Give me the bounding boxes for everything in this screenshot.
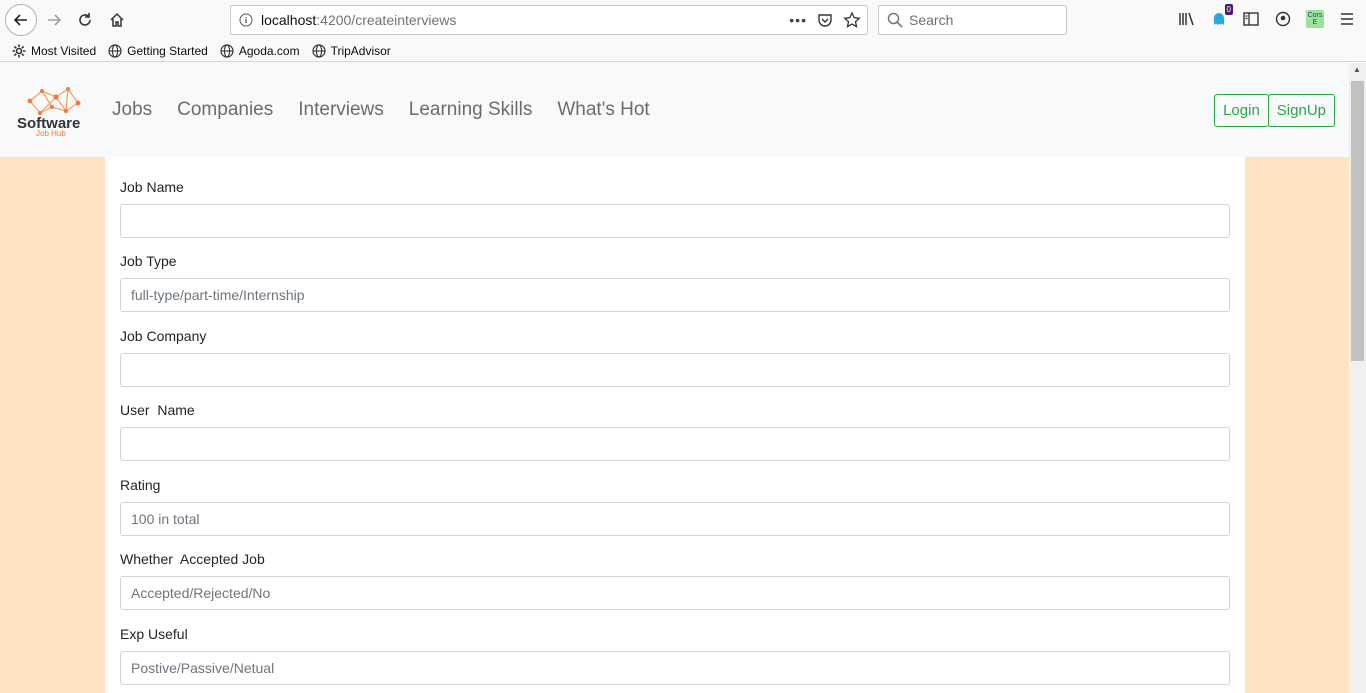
site-navbar: Software Job Hub Jobs Companies Intervie…: [0, 63, 1349, 157]
arrow-left-icon: [13, 14, 27, 26]
bookmark-most-visited[interactable]: Most Visited: [12, 44, 96, 58]
auth-buttons: Login SignUp: [1214, 94, 1335, 127]
logo-subtitle: Job Hub: [36, 129, 66, 138]
scrollbar-thumb[interactable]: [1351, 81, 1364, 361]
nav-link-whats-hot[interactable]: What's Hot: [557, 99, 649, 121]
field-job-company: Job Company: [120, 328, 1230, 387]
bookmark-label: Getting Started: [127, 43, 208, 58]
back-button[interactable]: [5, 4, 37, 36]
field-label: Exp Useful: [120, 626, 188, 642]
search-bar[interactable]: [878, 5, 1067, 35]
field-label: Job Name: [120, 179, 184, 195]
account-icon[interactable]: [1272, 8, 1294, 30]
bookmark-label: Agoda.com: [238, 43, 300, 58]
pocket-icon[interactable]: [817, 12, 833, 28]
arrow-right-icon: [48, 14, 62, 26]
bookmark-tripadvisor[interactable]: TripAdvisor: [311, 43, 391, 58]
gear-icon: [12, 44, 26, 57]
globe-icon: [108, 43, 122, 58]
field-user-name: User Name: [120, 402, 1230, 461]
forward-button[interactable]: [40, 6, 68, 34]
search-icon: [887, 12, 903, 28]
vertical-scrollbar[interactable]: ▲: [1349, 63, 1366, 693]
url-bar[interactable]: localhost:4200/createinterviews •••: [230, 5, 868, 35]
nav-link-jobs[interactable]: Jobs: [112, 99, 152, 121]
rating-input[interactable]: [120, 502, 1230, 536]
login-button[interactable]: Login: [1214, 94, 1269, 127]
page-viewport: Software Job Hub Jobs Companies Intervie…: [0, 63, 1349, 693]
globe-icon: [220, 43, 234, 58]
search-input[interactable]: [909, 12, 1059, 28]
info-icon[interactable]: [231, 13, 261, 27]
url-path: :4200/createinterviews: [316, 12, 457, 28]
extension-badge: 0: [1224, 4, 1233, 15]
scroll-up-arrow-icon[interactable]: ▲: [1353, 65, 1362, 74]
field-rating: Rating: [120, 477, 1230, 536]
nav-link-companies[interactable]: Companies: [177, 99, 273, 121]
job-type-input[interactable]: [120, 278, 1230, 312]
url-text[interactable]: localhost:4200/createinterviews: [261, 12, 789, 28]
exp-useful-input[interactable]: [120, 651, 1230, 685]
signup-button[interactable]: SignUp: [1267, 94, 1335, 127]
bookmark-label: Most Visited: [31, 43, 97, 58]
reload-button[interactable]: [71, 6, 99, 34]
field-job-type: Job Type: [120, 253, 1230, 312]
menu-icon[interactable]: [1336, 8, 1358, 30]
bookmarks-bar: Most Visited Getting Started Agoda.com T…: [0, 40, 1366, 62]
job-company-input[interactable]: [120, 353, 1230, 387]
user-name-input[interactable]: [120, 427, 1230, 461]
field-label: Job Company: [120, 328, 207, 344]
globe-icon: [311, 43, 326, 58]
create-interview-form: Job Name Job Type Job Company User Name …: [105, 157, 1245, 693]
bookmark-agoda[interactable]: Agoda.com: [220, 44, 300, 58]
field-label: Rating: [120, 477, 161, 493]
cors-label-top: Cors: [1307, 12, 1323, 19]
field-label: Job Type: [120, 253, 177, 269]
field-exp-useful: Exp Useful: [120, 626, 1230, 685]
field-whether-accepted-job: Whether Accepted Job: [120, 551, 1230, 610]
field-label: Whether Accepted Job: [120, 551, 265, 567]
url-host: localhost: [261, 12, 317, 28]
more-actions-icon[interactable]: •••: [789, 12, 807, 28]
field-job-name: Job Name: [120, 179, 1230, 238]
home-button[interactable]: [103, 6, 131, 34]
bookmark-star-icon[interactable]: [843, 11, 861, 29]
accepted-job-input[interactable]: [120, 576, 1230, 610]
job-name-input[interactable]: [120, 204, 1230, 238]
home-icon: [110, 12, 124, 27]
sidebar-icon[interactable]: [1240, 8, 1262, 30]
library-icon[interactable]: [1176, 8, 1198, 30]
extension-ghost-icon[interactable]: 0: [1208, 4, 1233, 30]
bookmark-getting-started[interactable]: Getting Started: [108, 44, 208, 58]
bookmark-label: TripAdvisor: [330, 43, 391, 58]
cors-label-bottom: E: [1312, 19, 1318, 26]
nav-link-learning-skills[interactable]: Learning Skills: [409, 99, 533, 121]
main-nav: Jobs Companies Interviews Learning Skill…: [112, 99, 650, 121]
browser-toolbar: localhost:4200/createinterviews ••• 0 Co…: [0, 0, 1366, 40]
nav-link-interviews[interactable]: Interviews: [298, 99, 384, 121]
cors-extension-icon[interactable]: Cors E: [1304, 8, 1326, 30]
reload-icon: [79, 13, 91, 26]
field-label: User Name: [120, 402, 195, 418]
